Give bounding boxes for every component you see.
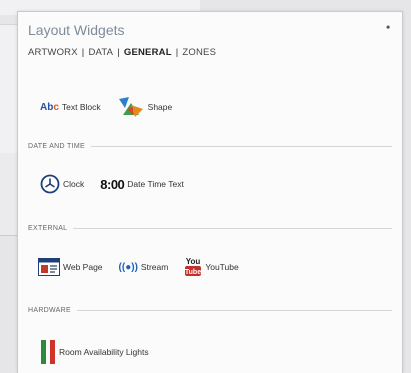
general-widgets-row: Abc Text Block Shape [40,95,188,119]
widget-label: Shape [147,102,173,112]
hardware-widgets-row: Room Availability Lights [40,339,165,365]
panel-title: Layout Widgets [28,22,125,38]
clock-icon [40,174,60,194]
widget-label: YouTube [205,262,239,272]
widget-label: Clock [63,179,85,189]
widget-clock[interactable]: Clock [40,174,84,194]
section-header-hardware: HARDWARE [28,307,392,314]
tab-general[interactable]: GENERAL [124,47,172,58]
widget-room-availability-lights[interactable]: Room Availability Lights [40,339,149,365]
date-time-text-icon: 8:00 [100,176,125,192]
pin-icon[interactable]: • [382,20,393,34]
widget-web-page[interactable]: Web Page [38,258,103,276]
widget-date-time-text[interactable]: 8:00 Date Time Text [100,177,184,192]
svg-text:You: You [186,257,201,266]
widget-label: Web Page [63,262,103,272]
widget-text-block[interactable]: Abc Text Block [40,102,101,113]
widget-youtube[interactable]: You Tube YouTube [184,256,239,278]
stream-icon: ((●)) [118,261,138,273]
tab-artworx[interactable]: ARTWORX [28,47,78,58]
section-header-date-time: DATE AND TIME [28,143,392,150]
shape-icon [118,97,143,117]
tab-zones[interactable]: ZONES [182,47,216,58]
youtube-icon: You Tube [185,257,202,276]
text-block-icon: Abc [40,101,59,113]
svg-text:Tube: Tube [185,269,201,276]
section-header-external: EXTERNAL [28,225,392,232]
tab-data[interactable]: DATA [88,47,113,58]
widget-label: Room Availability Lights [59,347,149,357]
web-page-icon [38,258,60,276]
date-time-widgets-row: Clock 8:00 Date Time Text [40,174,200,194]
widget-shape[interactable]: Shape [117,95,173,119]
tab-separator: | [81,47,85,58]
widget-label: Stream [140,262,169,272]
tab-separator: | [175,47,179,58]
tab-bar: ARTWORX | DATA | GENERAL | ZONES [28,47,216,58]
widget-label: Text Block [61,102,101,112]
layout-widgets-panel: Layout Widgets • ARTWORX | DATA | GENERAL | ZO… [17,11,403,373]
tab-separator: | [117,47,120,58]
external-widgets-row: Web Page ((●)) Stream You Tube YouTube [38,256,255,278]
widget-stream[interactable]: ((●)) Stream [119,262,169,273]
room-lights-icon [41,340,55,364]
widget-label: Date Time Text [127,179,184,189]
